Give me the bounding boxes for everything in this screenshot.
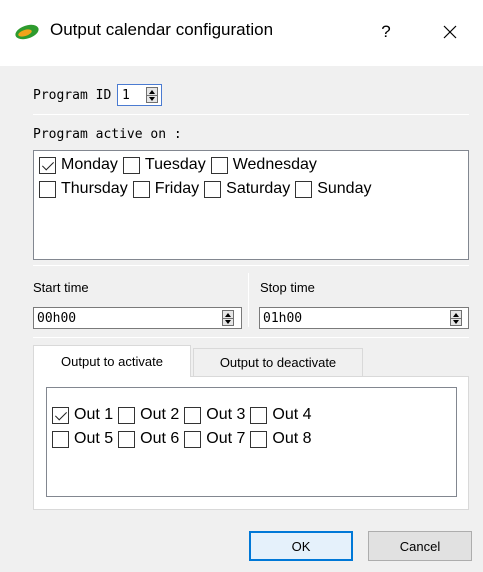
checkbox-item[interactable]: Out 3 [184, 406, 245, 424]
spin-up-icon[interactable] [453, 313, 459, 317]
checkbox-label: Out 6 [140, 430, 180, 447]
program-id-label: Program ID [33, 88, 112, 103]
program-id-stepper[interactable] [146, 87, 158, 103]
checkbox-label: Out 2 [140, 406, 180, 423]
divider [33, 337, 469, 338]
stop-time-stepper[interactable] [450, 310, 462, 326]
stop-time-input[interactable]: 01h00 [259, 307, 469, 329]
checkbox-label: Out 7 [206, 430, 246, 447]
checkbox[interactable] [184, 406, 202, 424]
checkbox-label: Sunday [317, 180, 372, 197]
checkbox-item[interactable]: Friday [132, 180, 200, 198]
checkbox-label: Tuesday [144, 156, 206, 173]
checkbox-checked[interactable] [39, 156, 56, 174]
outputs-list: Out 1 Out 2 Out 3 Out 4 Out 5 Out 6 Out 7 Out … [46, 387, 457, 497]
checkbox-label: Thursday [61, 180, 128, 197]
checkbox-item[interactable]: Sunday [295, 180, 371, 198]
tab-panel: Out 1 Out 2 Out 3 Out 4 Out 5 Out 6 Out 7 Out … [33, 376, 469, 510]
close-icon [443, 25, 457, 39]
checkbox[interactable] [122, 156, 140, 174]
help-button[interactable]: ? [364, 14, 408, 50]
tab-label: Output to deactivate [219, 355, 337, 370]
checkbox-label: Wednesday [232, 156, 317, 173]
checkbox[interactable] [250, 430, 268, 448]
app-leaf-icon [15, 24, 39, 40]
days-list: Monday Tuesday Wednesday Thursday Friday Sat… [33, 150, 469, 260]
spin-up-icon[interactable] [225, 313, 231, 317]
spin-up-icon[interactable] [149, 90, 155, 94]
tab-label: Output to activate [61, 354, 163, 369]
checkbox[interactable] [250, 406, 268, 424]
checkbox-item[interactable]: Out 2 [118, 406, 179, 424]
days-label: Program active on : [33, 127, 182, 142]
checkbox-label: Out 1 [74, 406, 114, 423]
start-time-value: 00h00 [37, 311, 77, 326]
spin-down-icon[interactable] [225, 320, 231, 324]
window-title: Output calendar configuration [50, 20, 274, 39]
checkbox-item[interactable]: Thursday [39, 180, 128, 198]
checkbox[interactable] [295, 180, 313, 198]
checkbox-item[interactable]: Out 8 [250, 430, 312, 448]
spin-down-icon[interactable] [453, 320, 459, 324]
checkbox[interactable] [52, 430, 69, 448]
checkbox-item[interactable]: Tuesday [122, 156, 206, 174]
checkbox[interactable] [132, 180, 150, 198]
checkbox-label: Out 5 [74, 430, 114, 447]
checkbox-label: Out 4 [272, 406, 312, 423]
program-id-spinbox[interactable]: 1 [117, 84, 162, 106]
ok-button[interactable]: OK [249, 531, 353, 561]
tab-output-to-deactivate[interactable]: Output to deactivate [193, 348, 363, 376]
spin-down-icon[interactable] [149, 97, 155, 101]
checkbox[interactable] [184, 430, 202, 448]
checkbox-item[interactable]: Saturday [204, 180, 290, 198]
divider [33, 114, 469, 115]
close-button[interactable] [428, 14, 472, 50]
stop-time-value: 01h00 [263, 311, 303, 326]
checkbox-item[interactable]: Out 7 [184, 430, 245, 448]
vertical-divider [248, 273, 249, 327]
stop-time-label: Stop time [260, 280, 315, 295]
checkbox-label: Saturday [226, 180, 291, 197]
start-time-input[interactable]: 00h00 [33, 307, 242, 329]
ok-label: OK [291, 538, 311, 554]
checkbox-label: Monday [61, 156, 118, 173]
cancel-button[interactable]: Cancel [368, 531, 472, 561]
start-time-label: Start time [33, 280, 89, 295]
program-id-value: 1 [122, 88, 130, 103]
divider [33, 265, 469, 266]
checkbox-checked[interactable] [52, 406, 69, 424]
checkbox-item[interactable]: Out 5 [52, 430, 113, 448]
help-label: ? [381, 22, 391, 41]
start-time-stepper[interactable] [222, 310, 234, 326]
checkbox-item[interactable]: Out 4 [250, 406, 312, 424]
checkbox[interactable] [210, 156, 228, 174]
checkbox[interactable] [204, 180, 222, 198]
checkbox-item[interactable]: Out 6 [118, 430, 179, 448]
checkbox-item[interactable]: Out 1 [52, 406, 113, 424]
checkbox-label: Friday [154, 180, 200, 197]
tab-output-to-activate[interactable]: Output to activate [33, 345, 191, 377]
checkbox-label: Out 8 [272, 430, 312, 447]
checkbox[interactable] [39, 180, 56, 198]
checkbox[interactable] [118, 406, 136, 424]
checkbox-item[interactable]: Wednesday [210, 156, 317, 174]
checkbox-label: Out 3 [206, 406, 246, 423]
checkbox-item[interactable]: Monday [39, 156, 118, 174]
checkbox[interactable] [118, 430, 136, 448]
cancel-label: Cancel [399, 538, 441, 554]
title-bar: Output calendar configuration ? [0, 0, 483, 66]
